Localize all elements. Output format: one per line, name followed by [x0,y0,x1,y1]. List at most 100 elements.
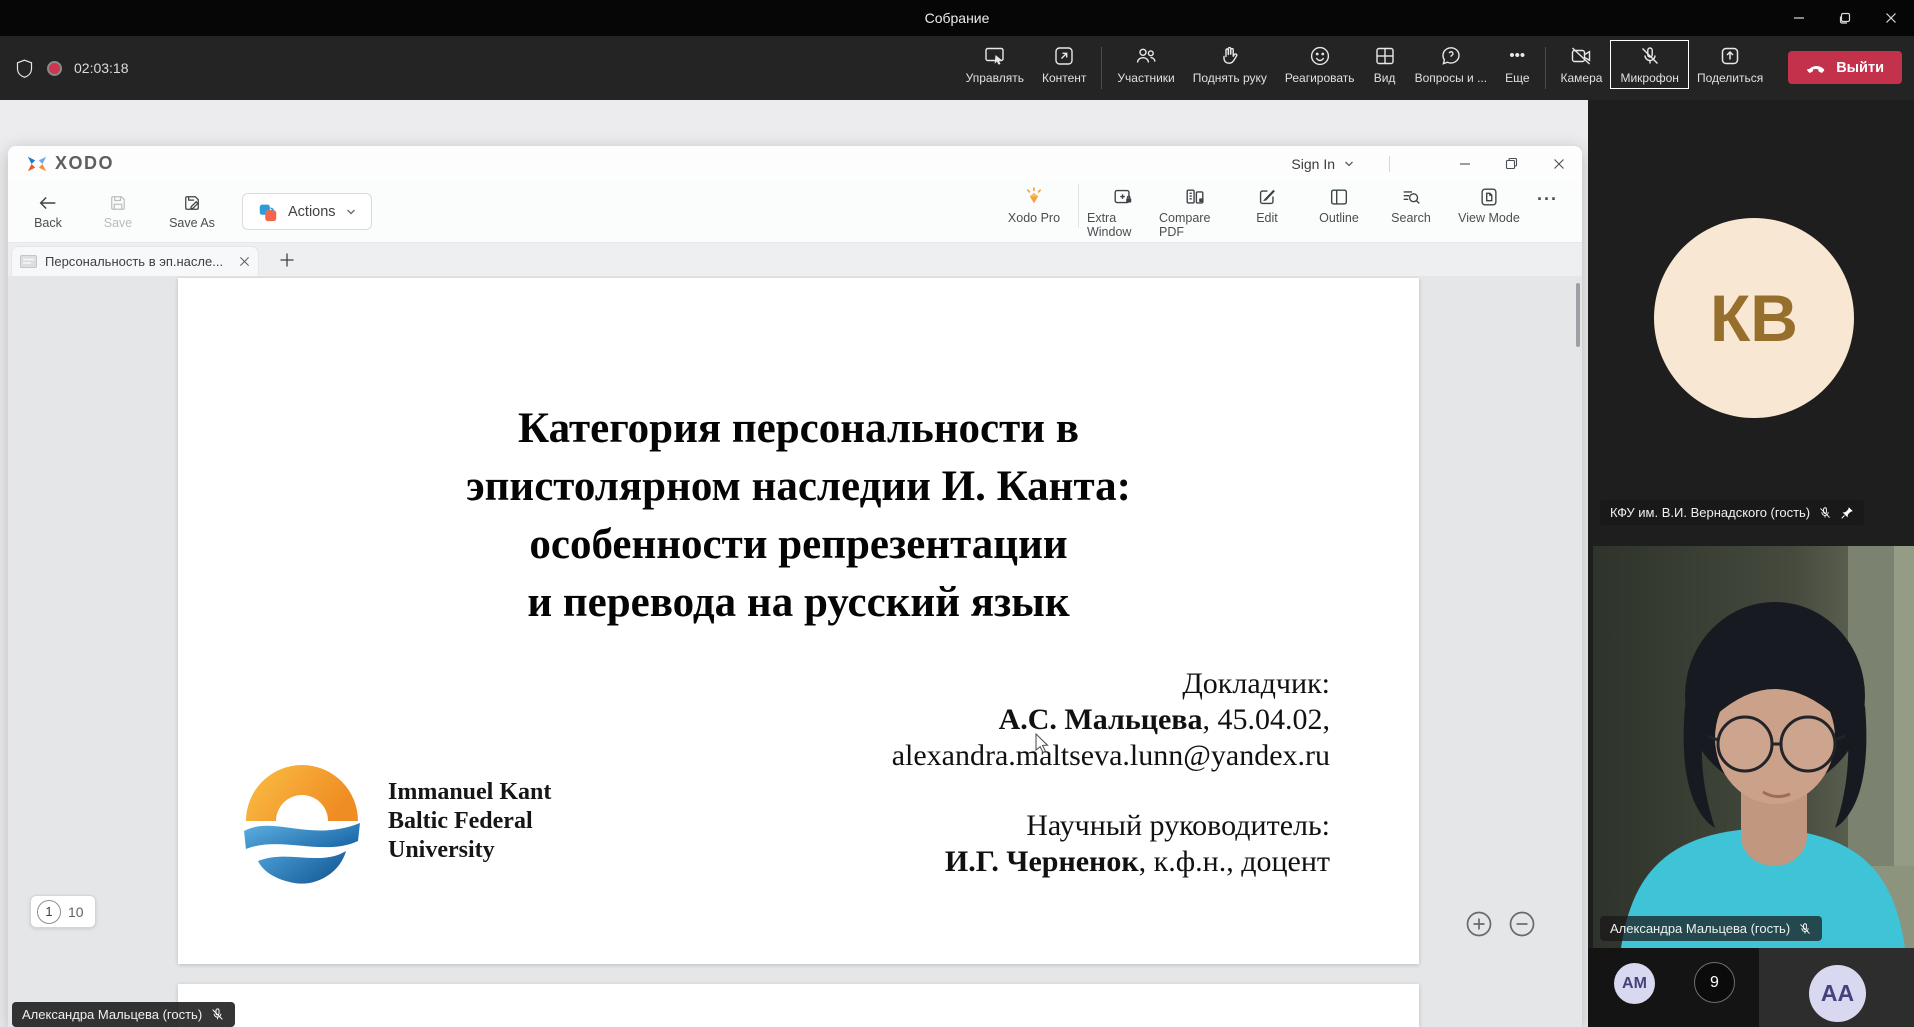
mic-off-icon [1818,506,1832,520]
slide-title: Категория персональности в эпистолярном … [178,400,1419,632]
participant-aa-tile[interactable]: AA [1759,948,1914,1027]
save-label: Save [104,216,133,230]
microphone-label: Микрофон [1620,71,1678,85]
sign-in-button[interactable]: Sign In [1291,156,1335,172]
raise-hand-label: Поднять руку [1193,71,1267,85]
participant-aa-avatar: AA [1809,965,1866,1022]
participant-kb-avatar[interactable]: КВ [1654,218,1854,418]
content-label: Контент [1042,71,1086,85]
camera-button[interactable]: Камера [1552,41,1612,88]
save-as-icon [182,193,202,213]
new-tab-button[interactable] [274,248,300,272]
university-name-line: Baltic Federal [388,807,551,836]
more-dots-icon: ••• [1505,44,1529,68]
manage-button[interactable]: Управлять [957,41,1033,88]
outline-button[interactable]: Outline [1303,184,1375,225]
save-icon [108,193,128,213]
share-content-icon [1052,44,1076,68]
search-label: Search [1391,211,1431,225]
save-button[interactable]: Save [94,193,142,230]
minimize-button[interactable] [1776,0,1822,36]
view-mode-button[interactable]: View Mode [1447,184,1531,225]
page-indicator[interactable]: 1 10 [30,895,96,928]
raise-hand-button[interactable]: Поднять руку [1184,41,1276,88]
participants-sidebar: КВ КФУ им. В.И. Вернадского (гость) [1588,100,1914,1027]
participants-icon [1134,44,1158,68]
speaker-block: Докладчик: А.С. Мальцева, 45.04.02, alex… [892,666,1330,774]
shield-icon [14,57,35,80]
xodo-restore-button[interactable] [1488,146,1535,181]
back-arrow-icon [37,193,59,213]
tab-title: Персональность в эп.насле... [45,254,231,269]
presenter-name: Александра Мальцева (гость) [22,1007,202,1022]
vertical-scrollbar[interactable] [1576,283,1580,347]
content-button[interactable]: Контент [1033,41,1095,88]
kb-name: КФУ им. В.И. Вернадского (гость) [1610,505,1810,520]
back-button[interactable]: Back [24,193,72,230]
participant-video-tile[interactable]: Александра Мальцева (гость) [1593,546,1914,948]
supervisor-suffix: , к.ф.н., доцент [1139,845,1330,878]
more-participants-badge[interactable]: 9 [1694,962,1735,1003]
toolbar-divider [1545,47,1546,89]
chevron-down-icon[interactable] [1343,158,1355,170]
microphone-button[interactable]: Микрофон [1611,41,1687,88]
close-icon [1885,12,1897,24]
university-name: Immanuel Kant Baltic Federal University [388,778,551,865]
smiley-icon [1308,44,1332,68]
zoom-in-button[interactable] [1465,910,1493,938]
mouse-cursor [1035,733,1052,755]
slide-title-line: и перевода на русский язык [178,574,1419,632]
compare-pdf-label: Compare PDF [1159,211,1231,239]
current-page-badge: 1 [37,900,61,924]
restore-icon [1505,157,1518,170]
xodo-pro-button[interactable]: Xodo Pro [998,184,1070,225]
teams-titlebar: Собрание [0,0,1914,36]
edit-pencil-icon [1256,186,1278,208]
manage-label: Управлять [966,71,1024,85]
close-button[interactable] [1868,0,1914,36]
participant-am-avatar[interactable]: AM [1614,963,1655,1004]
compare-pdf-icon [1184,186,1206,208]
xodo-pro-label: Xodo Pro [1008,211,1060,225]
toolbar-divider [1101,47,1102,89]
meeting-timer: 02:03:18 [74,60,129,76]
extra-window-button[interactable]: Extra Window [1087,184,1159,239]
extra-window-label: Extra Window [1087,211,1159,239]
search-button[interactable]: Search [1375,184,1447,225]
mic-off-icon [1638,44,1662,68]
university-name-line: Immanuel Kant [388,778,551,807]
compare-pdf-button[interactable]: Compare PDF [1159,184,1231,239]
share-screen-label: Поделиться [1697,71,1763,85]
xodo-more-button[interactable]: ... [1531,184,1568,219]
pdf-document-area[interactable]: Категория персональности в эпистолярном … [8,276,1582,1027]
document-tab[interactable]: Персональность в эп.насле... [11,246,259,276]
view-mode-icon [1478,186,1500,208]
participants-button[interactable]: Участники [1108,41,1183,88]
back-label: Back [34,216,62,230]
view-button[interactable]: Вид [1364,41,1406,88]
leave-button[interactable]: Выйти [1788,51,1902,84]
actions-button[interactable]: Actions [242,193,372,230]
more-button[interactable]: ••• Еще [1496,41,1538,88]
slide-title-line: эпистолярном наследии И. Канта: [178,458,1419,516]
qa-button[interactable]: Вопросы и ... [1406,41,1497,88]
xodo-tab-bar: Персональность в эп.насле... [8,243,1582,276]
zoom-out-button[interactable] [1508,910,1536,938]
save-as-button[interactable]: Save As [164,193,220,230]
share-screen-button[interactable]: Поделиться [1688,41,1772,88]
actions-label: Actions [288,204,336,220]
leave-label: Выйти [1836,60,1884,76]
edit-button[interactable]: Edit [1231,184,1303,225]
xodo-toolbar-right: Xodo Pro Extra Window Compare PDF Edit [998,184,1582,239]
tab-close-icon[interactable] [239,256,250,267]
react-button[interactable]: Реагировать [1276,41,1364,88]
xodo-minimize-button[interactable] [1441,146,1488,181]
close-icon [1553,158,1565,170]
maximize-button[interactable] [1822,0,1868,36]
zoom-controls [1465,910,1536,938]
screen-share-area: XODO Sign In [0,100,1588,1027]
xodo-close-button[interactable] [1535,146,1582,181]
xodo-pro-gem-icon [1022,186,1046,208]
pin-icon [1840,506,1854,520]
slide-title-line: особенности репрезентации [178,516,1419,574]
